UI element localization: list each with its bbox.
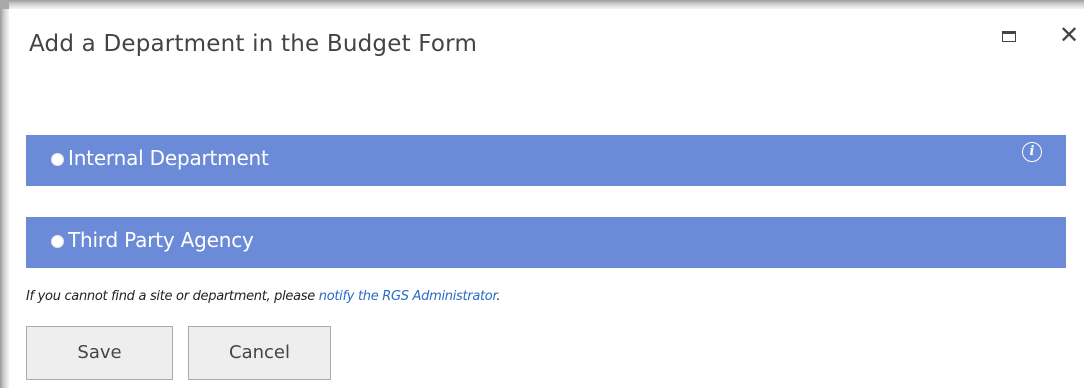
dialog-title: Add a Department in the Budget Form xyxy=(29,31,478,57)
dialog-frame: Add a Department in the Budget Form ✕ In… xyxy=(0,0,1084,388)
maximize-icon[interactable] xyxy=(1002,31,1016,42)
add-department-dialog: Add a Department in the Budget Form ✕ In… xyxy=(9,9,1084,388)
notice-text: If you cannot find a site or department,… xyxy=(26,289,500,304)
option-internal-department-label: Internal Department xyxy=(68,146,269,170)
radio-third-party-agency[interactable] xyxy=(51,235,64,248)
shadow-left xyxy=(0,0,9,388)
close-icon[interactable]: ✕ xyxy=(1059,23,1079,47)
radio-internal-department[interactable] xyxy=(51,153,64,166)
save-button[interactable]: Save xyxy=(26,326,173,380)
shadow-top xyxy=(0,0,1084,9)
option-internal-department[interactable]: Internal Department i xyxy=(26,135,1066,186)
shadow-corner xyxy=(0,0,9,9)
notice-suffix: . xyxy=(496,289,501,304)
notice-prefix: If you cannot find a site or department,… xyxy=(26,289,319,304)
notify-admin-link[interactable]: notify the RGS Administrator xyxy=(319,289,497,304)
option-third-party-agency[interactable]: Third Party Agency xyxy=(26,217,1066,268)
cancel-button[interactable]: Cancel xyxy=(188,326,331,380)
info-icon[interactable]: i xyxy=(1022,142,1042,162)
option-third-party-agency-label: Third Party Agency xyxy=(68,228,254,252)
